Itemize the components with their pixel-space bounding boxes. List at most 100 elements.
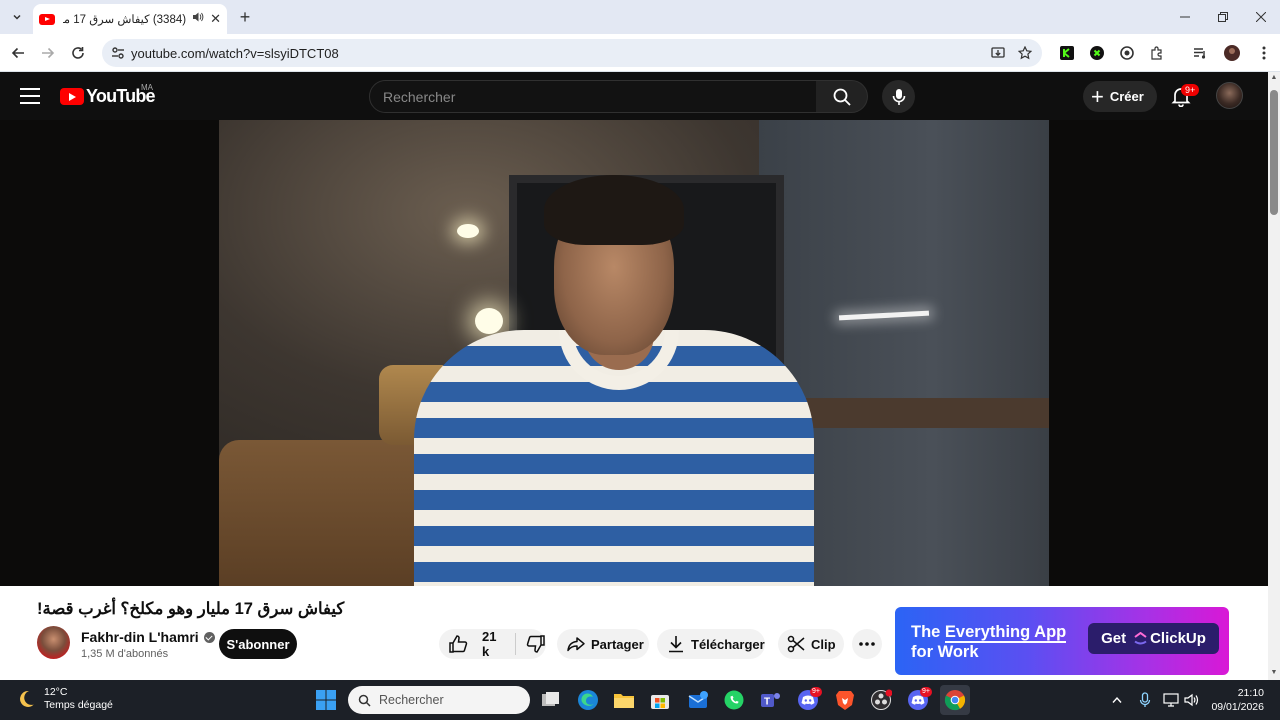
speaker-icon[interactable] (192, 10, 204, 28)
whatsapp-icon[interactable] (719, 685, 749, 715)
teams-icon[interactable]: T (755, 685, 785, 715)
chrome-browser-icon[interactable] (940, 685, 970, 715)
clock[interactable]: 21:10 09/01/2026 (1208, 686, 1264, 714)
volume-icon[interactable] (1181, 685, 1203, 715)
task-view-icon[interactable] (536, 685, 566, 715)
share-label: Partager (591, 636, 644, 652)
ad-line1-prefix: The (911, 623, 945, 641)
browser-menu-icon[interactable] (1254, 43, 1274, 63)
account-avatar[interactable] (1216, 82, 1243, 109)
weather-condition: Temps dégagé (44, 699, 113, 711)
bookmark-star-icon[interactable] (1015, 43, 1035, 63)
moon-icon (20, 690, 34, 707)
like-button[interactable] (448, 634, 468, 654)
search-input[interactable] (370, 81, 816, 112)
tab-title: (3384) كيفاش سرق 17 مليار (63, 14, 187, 26)
ad-cta-prefix: Get (1101, 630, 1127, 647)
scroll-down-arrow-icon[interactable]: ▼ (1270, 669, 1278, 677)
share-icon (567, 637, 585, 652)
search-icon (358, 694, 371, 707)
more-actions-button[interactable] (852, 629, 882, 659)
ad-headline: The Everything App for Work (911, 622, 1067, 662)
brave-browser-icon[interactable] (830, 685, 860, 715)
browser-tab-active[interactable]: (3384) كيفاش سرق 17 مليار ✕ (33, 4, 227, 34)
microsoft-store-icon[interactable] (645, 685, 675, 715)
taskbar-search[interactable]: Rechercher (348, 686, 530, 714)
hamburger-menu-icon[interactable] (20, 88, 40, 104)
thumbs-down-icon (526, 635, 545, 653)
clickup-ad-banner[interactable]: The Everything App for Work Get ClickUp (895, 607, 1229, 675)
scroll-up-arrow-icon[interactable]: ▲ (1270, 74, 1278, 82)
thumbs-up-icon (449, 635, 468, 653)
kick-extension-icon[interactable] (1057, 43, 1077, 63)
dislike-button[interactable] (526, 634, 546, 654)
clip-label: Clip (811, 636, 836, 652)
edge-browser-icon[interactable] (573, 685, 603, 715)
download-label: Télécharger (691, 636, 765, 652)
url-text: youtube.com/watch?v=slsyiDTCT08 (131, 46, 339, 61)
download-button[interactable]: Télécharger (657, 629, 765, 659)
install-app-icon[interactable] (988, 43, 1008, 63)
profile-avatar-icon[interactable] (1222, 43, 1242, 63)
tab-search-dropdown-icon[interactable] (6, 6, 28, 28)
windows-start-icon[interactable] (311, 685, 341, 715)
green-extension-icon[interactable] (1087, 43, 1107, 63)
scrollbar-thumb[interactable] (1270, 90, 1278, 215)
voice-search-button[interactable] (882, 80, 915, 113)
weather-widget[interactable]: 12°C Temps dégagé (16, 686, 113, 712)
file-explorer-icon[interactable] (609, 685, 639, 715)
ad-line1-highlight: Everything App (944, 623, 1067, 643)
download-icon (669, 636, 683, 653)
browser-tab-strip: (3384) كيفاش سرق 17 مليار ✕ + (0, 0, 1280, 34)
close-window-icon[interactable] (1242, 0, 1280, 34)
clip-button[interactable]: Clip (778, 629, 844, 659)
reload-icon[interactable] (67, 42, 89, 64)
channel-avatar[interactable] (37, 626, 70, 659)
discord-icon[interactable]: 9+ (793, 685, 823, 715)
new-tab-button[interactable]: + (236, 8, 254, 26)
youtube-favicon-icon (39, 13, 55, 25)
notifications-badge: 9+ (1181, 84, 1200, 96)
mail-icon[interactable] (683, 685, 713, 715)
weather-temperature: 12°C (44, 686, 68, 698)
youtube-play-logo-icon (60, 88, 84, 105)
page-scrollbar[interactable]: ▲ ▼ (1268, 72, 1280, 680)
site-settings-icon[interactable] (108, 43, 128, 63)
search-box[interactable] (369, 80, 817, 113)
extensions-puzzle-icon[interactable] (1147, 43, 1167, 63)
svg-text:T: T (764, 697, 770, 708)
tracker-extension-icon[interactable] (1117, 43, 1137, 63)
restore-icon[interactable] (1204, 0, 1242, 34)
discord-alt-badge: 9+ (920, 687, 932, 697)
ad-cta-brand: ClickUp (1150, 630, 1206, 647)
discord-alt-icon[interactable]: 9+ (903, 685, 933, 715)
create-button[interactable]: + Créer (1083, 81, 1157, 112)
media-controls-icon[interactable] (1190, 43, 1210, 63)
more-horizontal-icon (859, 642, 875, 646)
back-arrow-icon[interactable] (7, 42, 29, 64)
network-icon[interactable] (1160, 685, 1182, 715)
minimize-icon[interactable] (1166, 0, 1204, 34)
subscriber-count: 1,35 M d'abonnés (81, 648, 169, 660)
forward-arrow-icon[interactable] (37, 42, 59, 64)
video-player[interactable] (0, 120, 1268, 586)
ad-cta-button[interactable]: Get ClickUp (1088, 623, 1219, 654)
microphone-tray-icon[interactable] (1134, 685, 1156, 715)
channel-name[interactable]: Fakhr-din L'hamri (81, 629, 199, 645)
video-info: كيفاش سرق 17 مليار وهو مكلخ؟ أغرب قصة! F… (0, 586, 1268, 680)
youtube-header: YouTube MA + Créer 9+ (0, 72, 1268, 120)
youtube-page: YouTube MA + Créer 9+ (0, 72, 1268, 680)
subscribe-button[interactable]: S'abonner (219, 629, 297, 659)
share-button[interactable]: Partager (557, 629, 649, 659)
tab-close-icon[interactable]: ✕ (210, 11, 221, 27)
clock-time: 21:10 (1237, 687, 1264, 699)
create-label: Créer (1109, 89, 1144, 104)
search-button[interactable] (816, 80, 868, 113)
search-icon (833, 88, 851, 106)
channel-name-row[interactable]: Fakhr-din L'hamri (81, 629, 215, 645)
like-count: 21 k (482, 629, 497, 659)
address-bar[interactable]: youtube.com/watch?v=slsyiDTCT08 (102, 39, 1042, 67)
obs-studio-icon[interactable] (866, 685, 896, 715)
show-hidden-icons-chevron-icon[interactable] (1106, 685, 1128, 715)
taskbar-search-placeholder: Rechercher (379, 693, 444, 707)
